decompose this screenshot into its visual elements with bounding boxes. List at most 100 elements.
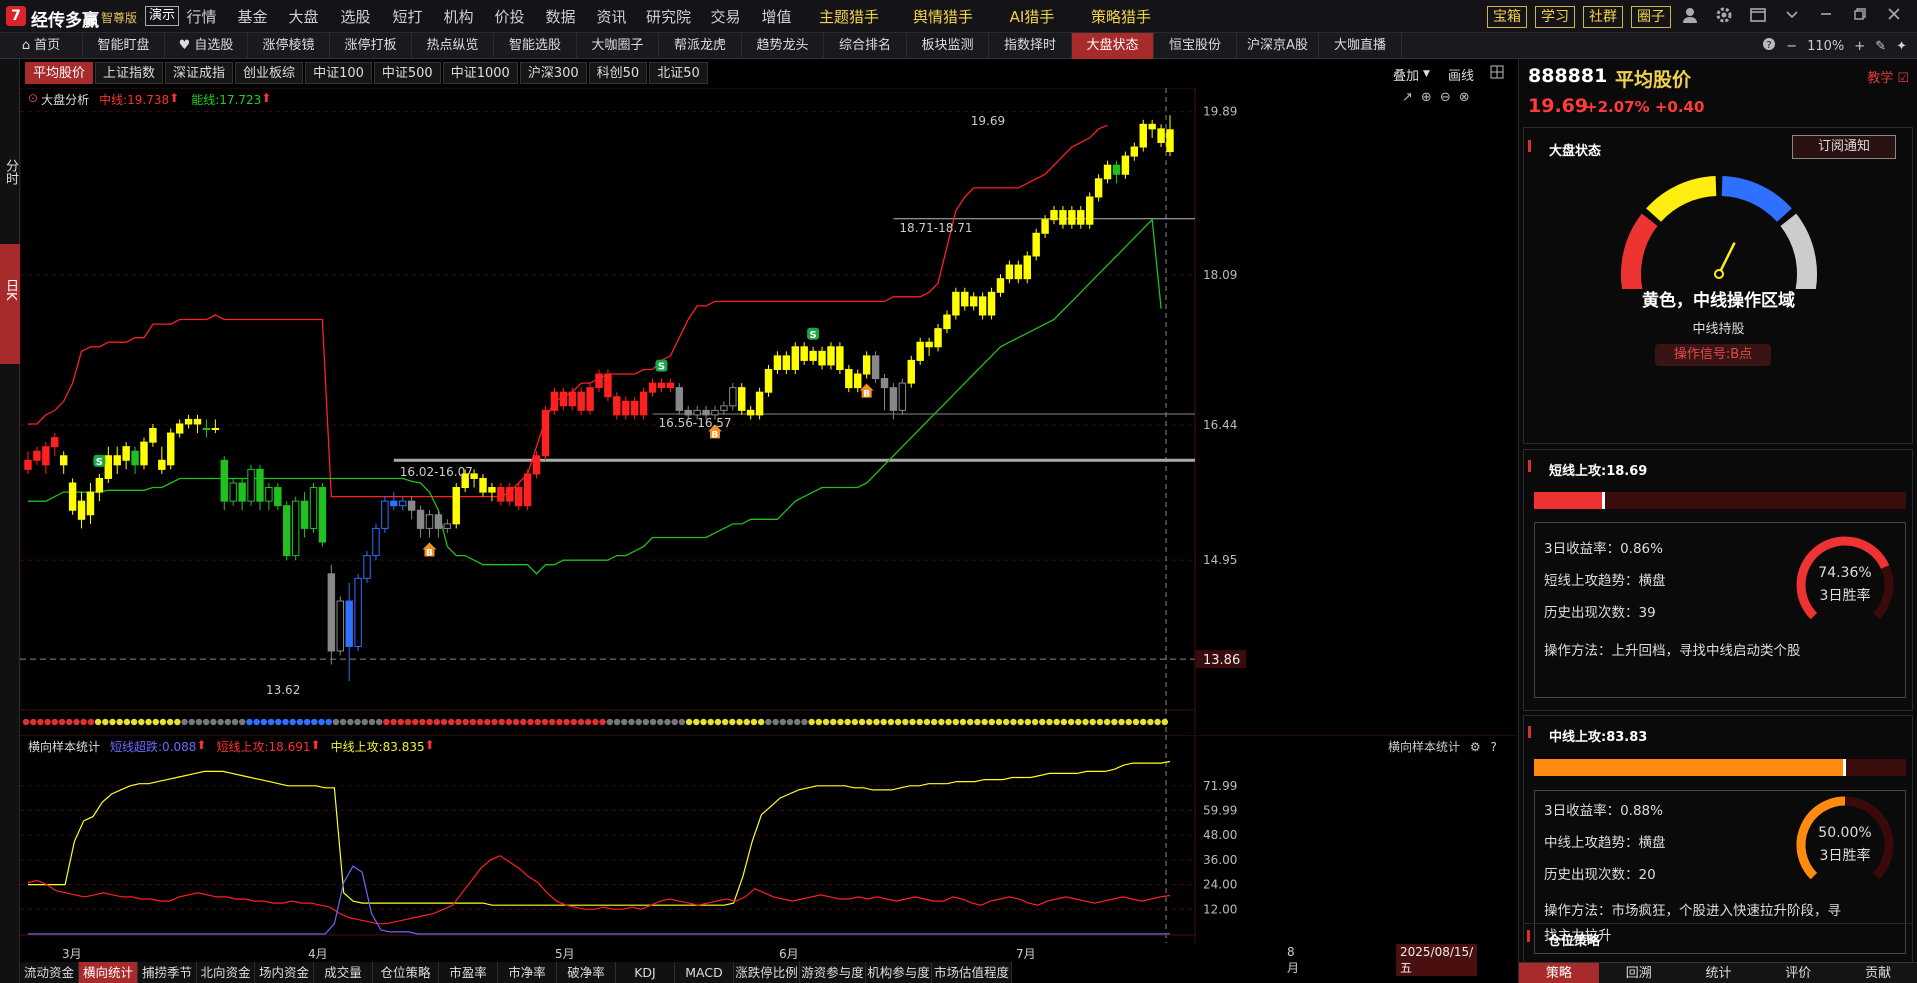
bottom-tab-9[interactable]: 破净率 — [557, 962, 616, 983]
tab-11[interactable]: 板块监测 — [907, 32, 989, 59]
gear-icon[interactable] — [1713, 6, 1735, 28]
remove-icon[interactable]: ⊖ — [1440, 90, 1451, 105]
restore-icon[interactable] — [1849, 6, 1871, 28]
overlay-dropdown-icon[interactable]: ▼ — [1423, 69, 1430, 79]
window-icon[interactable] — [1747, 6, 1769, 28]
bottom-tab-10[interactable]: KDJ — [616, 962, 675, 983]
right-tab-0[interactable]: 策略 — [1519, 963, 1599, 983]
state-dot — [966, 718, 974, 726]
bottom-tab-7[interactable]: 市盈率 — [439, 962, 498, 983]
pin-icon[interactable]: ✦ — [1896, 39, 1907, 54]
help-icon[interactable]: ? — [1762, 37, 1776, 55]
menu-item-10[interactable]: 交易 — [700, 6, 751, 27]
learn-button[interactable]: 学习 — [1535, 5, 1575, 28]
index-tab-0[interactable]: 平均股价 — [25, 62, 94, 84]
index-tab-8[interactable]: 科创50 — [588, 62, 648, 84]
menu-hl-item-3[interactable]: 策略猎手 — [1074, 6, 1168, 27]
menu-item-2[interactable]: 大盘 — [278, 6, 329, 27]
menu-item-8[interactable]: 资讯 — [586, 6, 637, 27]
share-icon[interactable]: ↗ — [1402, 90, 1413, 105]
close-icon[interactable] — [1883, 6, 1905, 28]
bottom-tab-1[interactable]: 横向统计 — [79, 962, 138, 983]
menu-hl-item-2[interactable]: AI猎手 — [990, 6, 1074, 27]
grid-icon[interactable] — [1490, 65, 1504, 83]
tab-0[interactable]: ⌂ 首页 — [0, 32, 83, 59]
chevron-down-icon[interactable] — [1781, 6, 1803, 28]
tab-5[interactable]: 热点纵览 — [412, 32, 494, 59]
tab-3[interactable]: 涨停棱镜 — [248, 32, 330, 59]
close-panel-icon[interactable]: ⊗ — [1459, 90, 1470, 105]
candlestick-chart[interactable]: 19.89 18.09 16.44 14.95 13.86 S B S B S B 19.69 18.7… — [20, 88, 1518, 734]
index-tab-9[interactable]: 北证50 — [649, 62, 708, 84]
bottom-tab-12[interactable]: 涨跌停比例 — [734, 962, 800, 983]
menu-item-6[interactable]: 价投 — [484, 6, 535, 27]
tab-15[interactable]: 沪深京A股 — [1237, 32, 1319, 59]
menu-item-3[interactable]: 选股 — [329, 6, 382, 27]
index-tab-6[interactable]: 中证1000 — [442, 62, 518, 84]
pen-icon[interactable]: ✎ — [1875, 39, 1886, 54]
tab-4[interactable]: 涨停打板 — [330, 32, 412, 59]
right-tab-3[interactable]: 评价 — [1758, 963, 1838, 983]
bottom-tab-13[interactable]: 游资参与度 — [800, 962, 866, 983]
overlay-button[interactable]: 叠加 — [1393, 65, 1419, 84]
bottom-tab-14[interactable]: 机构参与度 — [866, 962, 932, 983]
index-tab-5[interactable]: 中证500 — [373, 62, 441, 84]
bottom-tab-3[interactable]: 北向资金 — [197, 962, 255, 983]
index-tab-4[interactable]: 中证100 — [305, 62, 372, 84]
bottom-tab-11[interactable]: MACD — [675, 962, 734, 983]
tab-1[interactable]: 智能盯盘 — [83, 32, 165, 59]
zoom-in-icon[interactable]: + — [1854, 39, 1865, 54]
tab-13[interactable]: 大盘状态 — [1072, 32, 1154, 59]
tab-12[interactable]: 指数择时 — [989, 32, 1072, 59]
bottom-tab-6[interactable]: 仓位策略 — [373, 962, 439, 983]
bottom-tab-5[interactable]: 成交量 — [314, 962, 373, 983]
tab-10[interactable]: 综合排名 — [824, 32, 907, 59]
menu-item-11[interactable]: 增值 — [751, 6, 802, 27]
menu-item-5[interactable]: 机构 — [433, 6, 484, 27]
mid-line-arrow: ⬆ — [169, 91, 180, 105]
menu-hl-item-0[interactable]: 主题猎手 — [802, 6, 896, 27]
state-dot — [303, 718, 311, 726]
period-intraday[interactable]: 分时 — [0, 159, 20, 239]
menu-hl-item-1[interactable]: 舆情猎手 — [896, 6, 990, 27]
menu-item-4[interactable]: 短打 — [382, 6, 433, 27]
index-tab-1[interactable]: 上证指数 — [95, 62, 164, 84]
treasure-button[interactable]: 宝箱 — [1487, 5, 1527, 28]
community-button[interactable]: 社群 — [1583, 5, 1623, 28]
collapse-icon[interactable]: ⊙ — [28, 91, 38, 108]
menu-item-1[interactable]: 基金 — [227, 6, 278, 27]
subscribe-button[interactable]: 订阅通知 — [1792, 135, 1896, 159]
tab-2[interactable]: ♥ 自选股 — [165, 32, 248, 59]
menu-item-0[interactable]: 行情 — [176, 6, 227, 27]
indicator-tabs: 流动资金 横向统计 捕捞季节 北向资金 场内资金 成交量 仓位策略 市盈率 市净率 破净率 KDJ M… — [20, 962, 1012, 983]
bottom-tab-15[interactable]: 市场估值程度 — [932, 962, 1012, 983]
minimize-icon[interactable] — [1815, 6, 1837, 28]
add-icon[interactable]: ⊕ — [1421, 90, 1432, 105]
tab-6[interactable]: 智能选股 — [494, 32, 577, 59]
draw-line-button[interactable]: 画线 — [1448, 65, 1474, 84]
bottom-tab-4[interactable]: 场内资金 — [255, 962, 314, 983]
tab-8[interactable]: 帮派龙虎 — [659, 32, 742, 59]
demo-button[interactable]: 演示 — [145, 6, 180, 26]
tab-7[interactable]: 大咖圈子 — [577, 32, 659, 59]
zoom-out-icon[interactable]: − — [1786, 39, 1797, 54]
bottom-tab-8[interactable]: 市净率 — [498, 962, 557, 983]
tab-16[interactable]: 大咖直播 — [1319, 32, 1402, 59]
right-tab-2[interactable]: 统计 — [1679, 963, 1759, 983]
index-tab-7[interactable]: 沪深300 — [519, 62, 587, 84]
bottom-tab-0[interactable]: 流动资金 — [20, 962, 79, 983]
menu-item-9[interactable]: 研究院 — [637, 6, 700, 27]
teach-link[interactable]: 教学 ☑ — [1867, 67, 1909, 86]
user-icon[interactable] — [1679, 6, 1701, 28]
right-tab-4[interactable]: 贡献 — [1838, 963, 1917, 983]
index-tab-2[interactable]: 深证成指 — [165, 62, 234, 84]
index-tab-3[interactable]: 创业板综 — [235, 62, 304, 84]
tab-14[interactable]: 恒宝股份 — [1154, 32, 1237, 59]
period-daily[interactable]: 日K — [0, 244, 20, 364]
tab-9[interactable]: 趋势龙头 — [742, 32, 824, 59]
circle-button[interactable]: 圈子 — [1631, 5, 1671, 28]
bottom-tab-2[interactable]: 捕捞季节 — [138, 962, 197, 983]
right-tab-1[interactable]: 回溯 — [1599, 963, 1679, 983]
menu-item-7[interactable]: 数据 — [535, 6, 586, 27]
indicator-chart[interactable]: 71.99 59.99 48.00 36.00 24.00 12.00 — [20, 735, 1518, 943]
